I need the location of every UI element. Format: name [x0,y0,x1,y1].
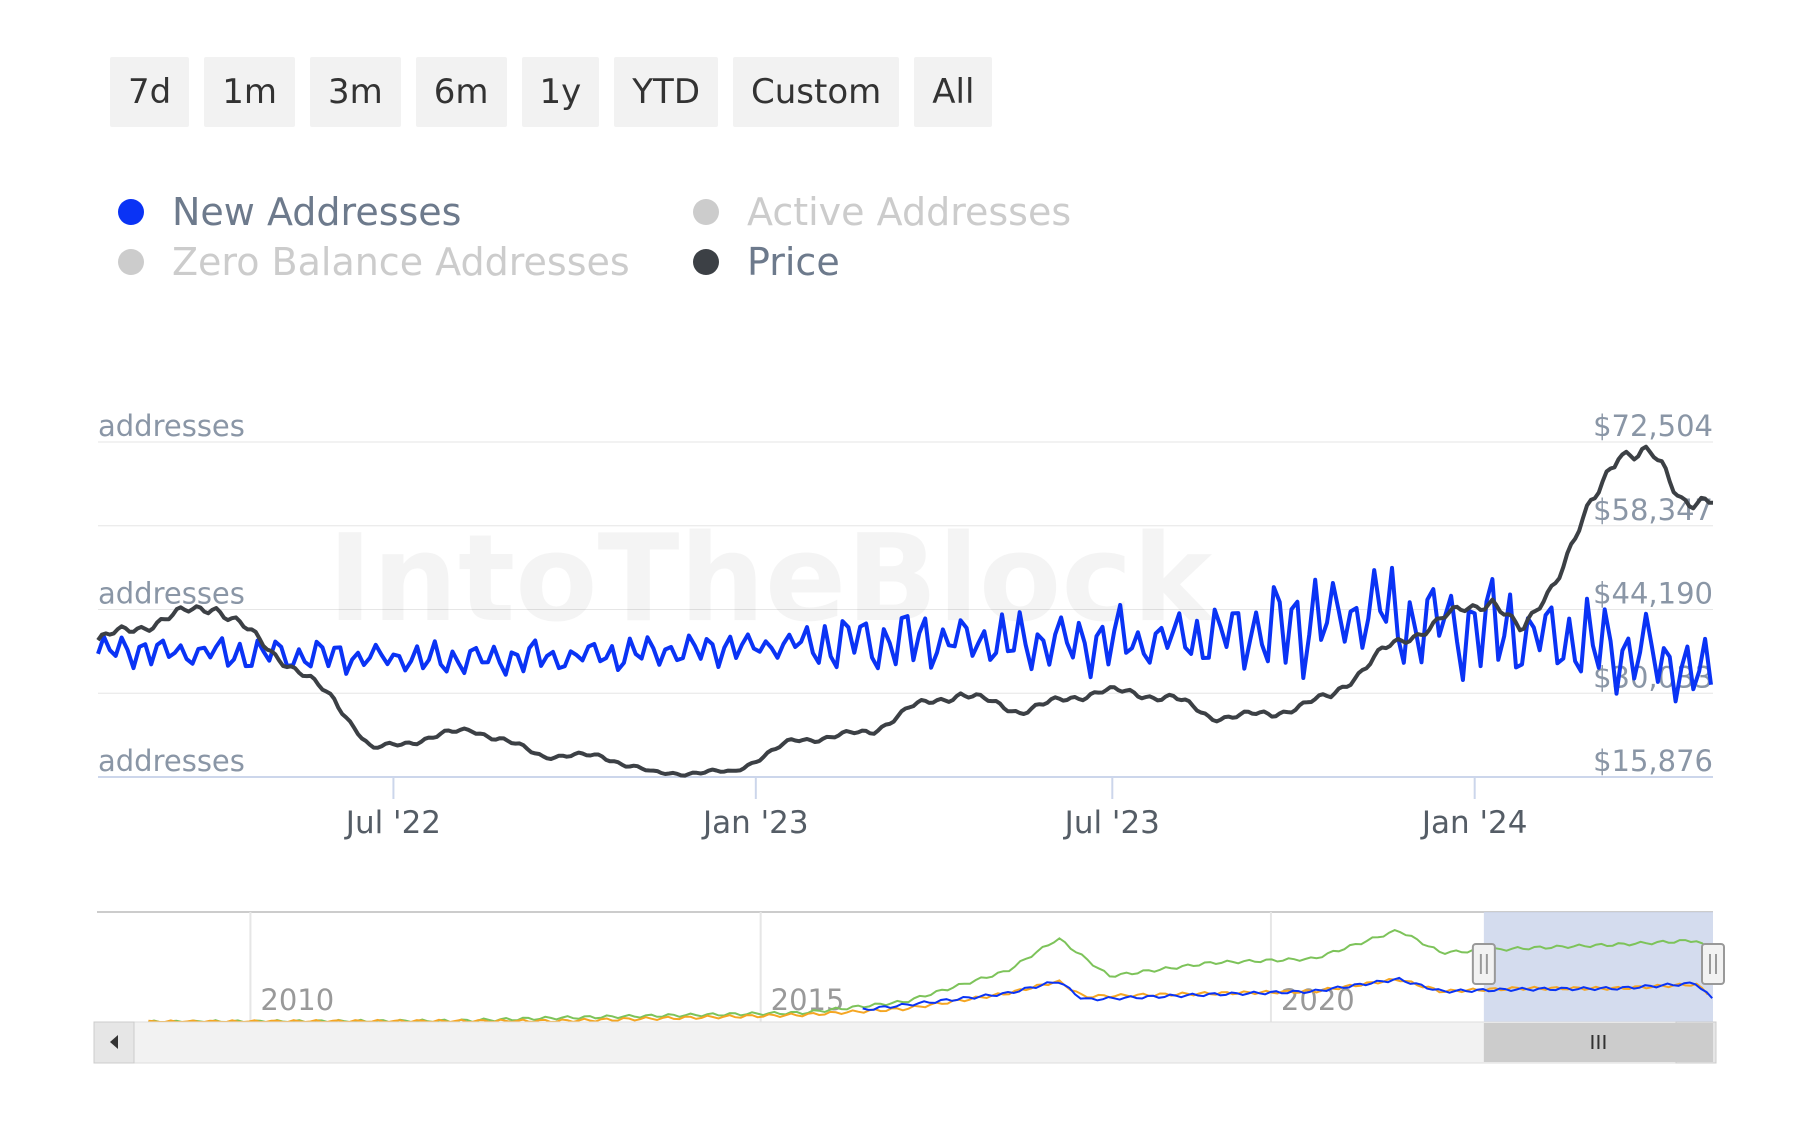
legend-item-zero-balance-addresses[interactable]: Zero Balance Addresses [118,240,630,284]
scroll-left-button[interactable] [93,1021,135,1064]
legend-item-active-addresses[interactable]: Active Addresses [693,190,1071,234]
legend-label: Price [747,240,840,284]
navigator-selection-mask[interactable] [1483,912,1713,1022]
navigator-right-handle[interactable] [1701,943,1725,985]
main-chart: IntoTheBlock addressesaddressesaddresses… [96,409,1714,840]
left-axis-label: addresses [98,409,245,443]
right-axis-tick-label: $15,876 [1593,744,1713,778]
legend-item-price[interactable]: Price [693,240,840,284]
range-button-3m[interactable]: 3m [309,57,401,127]
range-button-ytd[interactable]: YTD [614,57,718,127]
x-axis: Jul '22 Jan '23 Jul '23 Jan '24 [344,777,1528,840]
scrollbar-track[interactable] [93,1021,1717,1064]
range-button-6m[interactable]: 6m [415,57,507,127]
x-axis-tick-label: Jul '23 [1063,805,1160,840]
legend-label: New Addresses [172,190,462,234]
right-axis-tick-label: $72,504 [1593,409,1713,443]
range-selector: 7d 1m 3m 6m 1y YTD Custom All [110,57,993,127]
legend-marker-icon [693,199,719,225]
range-button-1y[interactable]: 1y [521,57,600,127]
navigator-tick-label: 2010 [260,983,334,1017]
right-axis: $72,504$58,347$44,190$30,033$15,876 [1593,409,1713,778]
navigator-content: 2010 2015 2020 [93,911,1725,1064]
legend-marker-icon [118,199,144,225]
navigator-left-handle[interactable] [1471,943,1496,985]
x-axis-tick-label: Jul '22 [344,805,441,840]
left-axis: addresses addresses addresses [98,409,245,778]
navigator-series-orange [148,977,1709,1024]
legend-label: Active Addresses [747,190,1072,234]
range-button-1m[interactable]: 1m [204,57,295,127]
legend-label: Zero Balance Addresses [172,240,630,284]
x-axis-tick-label: Jan '24 [1420,805,1528,840]
range-button-7d[interactable]: 7d [110,57,190,127]
right-axis-tick-label: $44,190 [1593,577,1713,611]
x-axis-tick-label: Jan '23 [701,805,809,840]
range-button-all[interactable]: All [914,57,993,127]
right-axis-tick-label: $58,347 [1593,493,1713,527]
range-button-custom[interactable]: Custom [733,57,900,127]
scrollbar-thumb[interactable] [1483,1023,1713,1062]
legend-marker-icon [118,249,144,275]
left-axis-label: addresses [98,577,245,611]
navigator[interactable]: 2010 2015 2020 [0,880,1797,1080]
left-axis-label: addresses [98,744,245,778]
legend-marker-icon [693,249,719,275]
legend-item-new-addresses[interactable]: New Addresses [118,190,461,234]
chart-legend: New Addresses Active Addresses Zero Bala… [118,190,1118,300]
